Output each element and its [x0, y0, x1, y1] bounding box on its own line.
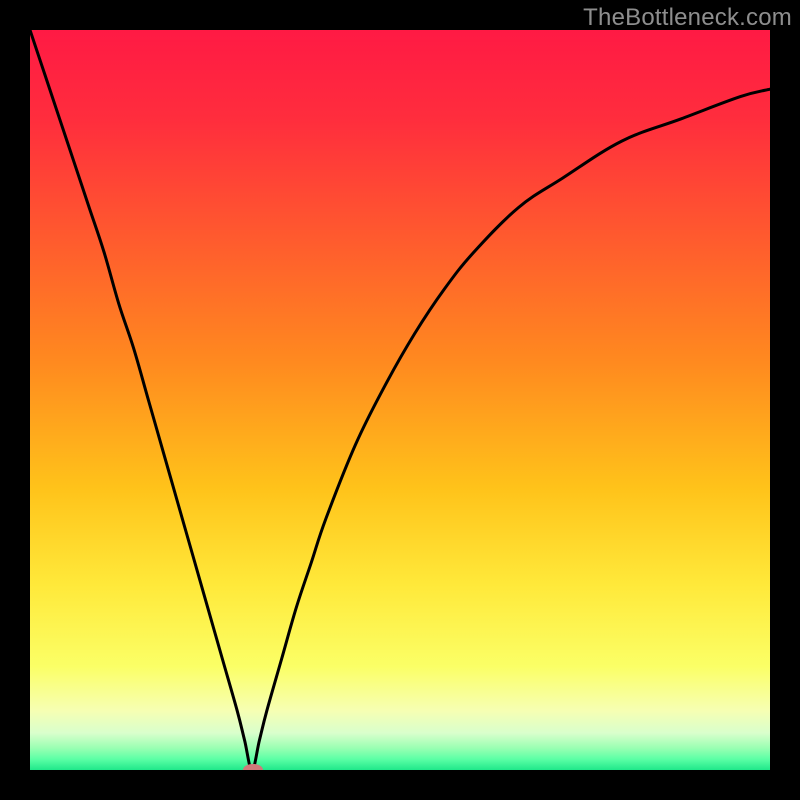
watermark-text: TheBottleneck.com	[583, 4, 792, 32]
chart-frame: TheBottleneck.com	[0, 0, 800, 800]
optimal-point-marker	[243, 764, 263, 770]
bottleneck-curve	[30, 30, 770, 770]
plot-area	[30, 30, 770, 770]
